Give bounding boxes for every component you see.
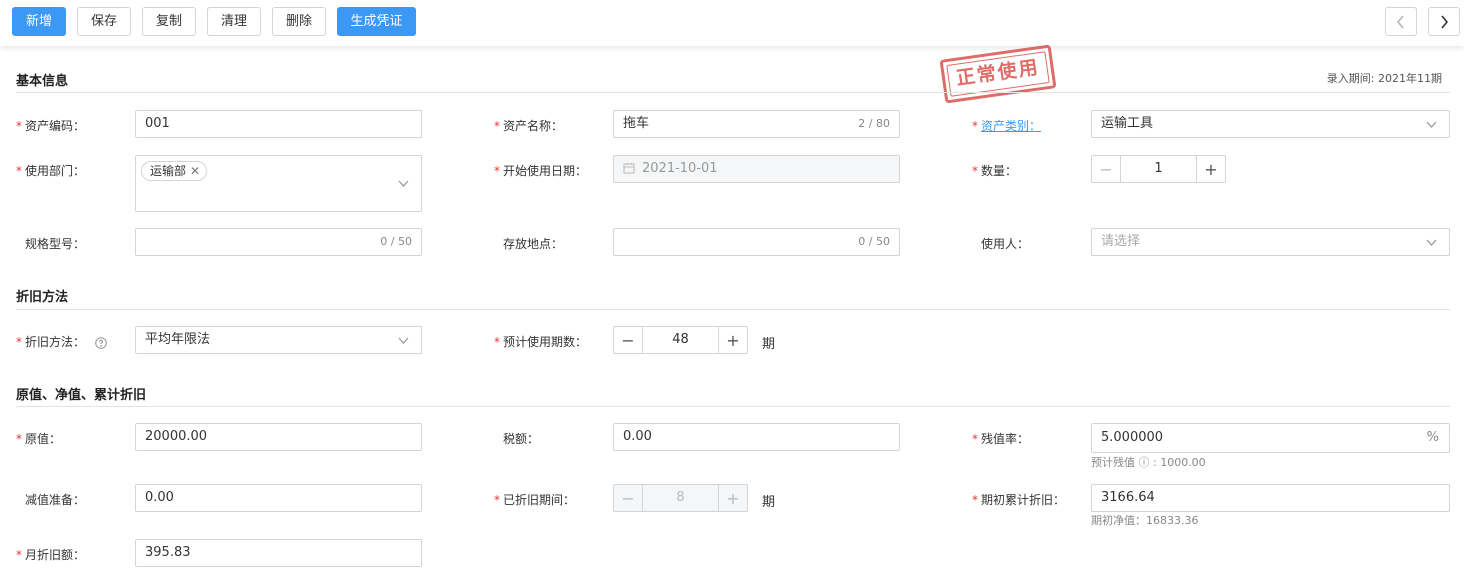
- impairment-input[interactable]: 0.00: [135, 484, 422, 512]
- department-tag: 运输部 ✕: [141, 161, 208, 181]
- depreciated-periods-stepper[interactable]: − 8 +: [613, 484, 748, 512]
- spec-model-input[interactable]: 0 / 50: [135, 228, 422, 256]
- copy-button[interactable]: 复制: [142, 7, 196, 36]
- section-divider: [16, 309, 1450, 310]
- section-divider: [16, 406, 1450, 407]
- prev-record-button[interactable]: [1385, 7, 1417, 36]
- char-counter: 0 / 50: [858, 235, 890, 248]
- decrement-button[interactable]: −: [614, 327, 643, 353]
- expected-periods-label: * 预计使用期数：: [494, 335, 588, 349]
- department-label: * 使用部门：: [16, 164, 86, 178]
- depreciation-method-select[interactable]: 平均年限法: [135, 326, 422, 354]
- asset-code-label: * 资产编码：: [16, 119, 86, 133]
- quantity-value[interactable]: 1: [1121, 156, 1196, 182]
- chevron-down-icon: [398, 337, 409, 344]
- expected-periods-value[interactable]: 48: [643, 327, 718, 353]
- chevron-down-icon: [1426, 121, 1437, 128]
- original-value-label: * 原值：: [16, 432, 62, 446]
- depreciated-periods-value[interactable]: 8: [643, 485, 718, 511]
- start-date-picker[interactable]: 2021-10-01: [613, 155, 900, 183]
- depreciated-periods-label: * 已折旧期间：: [494, 493, 576, 507]
- opening-accum-label: * 期初累计折旧：: [972, 493, 1066, 507]
- close-icon[interactable]: ✕: [190, 162, 200, 180]
- monthly-depreciation-label: * 月折旧额：: [16, 548, 86, 562]
- residual-rate-input[interactable]: 5.000000%: [1091, 423, 1450, 453]
- next-record-button[interactable]: [1428, 7, 1460, 36]
- chevron-down-icon: [398, 180, 409, 187]
- asset-category-select[interactable]: 运输工具: [1091, 110, 1450, 138]
- start-date-label: * 开始使用日期：: [494, 164, 588, 178]
- depreciation-method-label: * 折旧方法：: [16, 333, 107, 350]
- entry-period: 录入期间: 2021年11期: [1326, 72, 1442, 85]
- clear-button[interactable]: 清理: [207, 7, 261, 36]
- opening-net-value-hint: 期初净值：16833.36: [1091, 514, 1199, 527]
- asset-name-input[interactable]: 拖车 2 / 80: [613, 110, 900, 138]
- original-value-input[interactable]: 20000.00: [135, 423, 422, 451]
- char-counter: 2 / 80: [858, 117, 890, 130]
- tax-label: 税额：: [503, 432, 540, 446]
- generate-voucher-button[interactable]: 生成凭证: [337, 7, 416, 36]
- decrement-button[interactable]: −: [614, 485, 643, 511]
- help-icon[interactable]: [95, 337, 107, 349]
- department-multiselect[interactable]: 运输部 ✕: [135, 155, 422, 212]
- section-title-depreciation: 折旧方法: [16, 290, 69, 305]
- opening-accum-input[interactable]: 3166.64: [1091, 484, 1450, 512]
- monthly-depreciation-input[interactable]: 395.83: [135, 539, 422, 567]
- increment-button[interactable]: +: [1196, 156, 1225, 182]
- location-input[interactable]: 0 / 50: [613, 228, 900, 256]
- period-unit: 期: [762, 495, 776, 510]
- impairment-label: 减值准备：: [25, 493, 86, 507]
- chevron-right-icon: [1441, 14, 1449, 29]
- status-stamp: 正常使用: [939, 44, 1057, 104]
- asset-code-input[interactable]: 001: [135, 110, 422, 138]
- section-divider: [16, 92, 1450, 93]
- expected-periods-stepper[interactable]: − 48 +: [613, 326, 748, 354]
- char-counter: 0 / 50: [380, 235, 412, 248]
- asset-name-label: * 资产名称：: [494, 119, 564, 133]
- location-label: 存放地点：: [503, 237, 564, 251]
- increment-button[interactable]: +: [718, 485, 747, 511]
- period-unit: 期: [762, 337, 776, 352]
- calendar-icon: [623, 163, 635, 174]
- increment-button[interactable]: +: [718, 327, 747, 353]
- chevron-down-icon: [1426, 239, 1437, 246]
- expected-residual-hint: 预计残值 ⓘ : 1000.00: [1091, 456, 1206, 469]
- percent-unit: %: [1426, 430, 1439, 445]
- tax-input[interactable]: 0.00: [613, 423, 900, 451]
- quantity-stepper[interactable]: − 1 +: [1091, 155, 1226, 183]
- section-title-values: 原值、净值、累计折旧: [16, 388, 147, 403]
- asset-category-label[interactable]: * 资产类别：: [972, 117, 1041, 134]
- new-button[interactable]: 新增: [12, 7, 66, 36]
- decrement-button[interactable]: −: [1092, 156, 1121, 182]
- chevron-left-icon: [1396, 14, 1404, 29]
- residual-rate-label: * 残值率：: [972, 432, 1030, 446]
- save-button[interactable]: 保存: [77, 7, 131, 36]
- spec-model-label: 规格型号：: [25, 237, 86, 251]
- user-select[interactable]: 请选择: [1091, 228, 1450, 256]
- toolbar: 新增 保存 复制 清理 删除 生成凭证: [0, 0, 1464, 46]
- delete-button[interactable]: 删除: [272, 7, 326, 36]
- user-label: 使用人：: [981, 237, 1030, 251]
- quantity-label: * 数量：: [972, 164, 1018, 178]
- section-title-basic: 基本信息: [16, 74, 69, 89]
